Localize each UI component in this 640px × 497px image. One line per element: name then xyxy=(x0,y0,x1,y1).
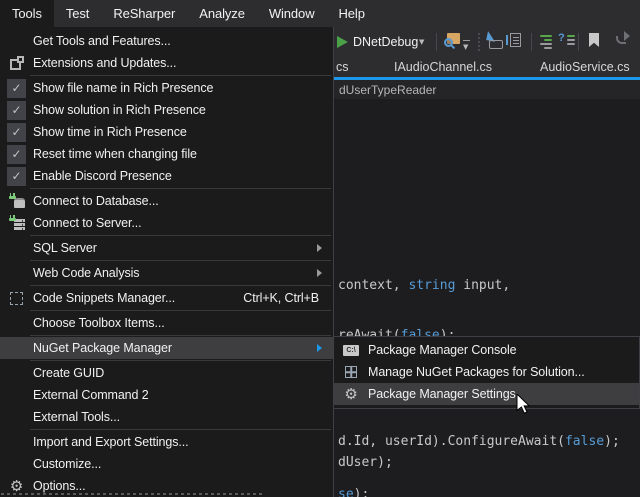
green-plug-icon xyxy=(9,193,16,200)
menu-bar: Tools Test ReSharper Analyze Window Help xyxy=(0,0,640,27)
menu-item-nuget-package-manager[interactable]: NuGet Package Manager xyxy=(0,337,333,359)
tab-partial[interactable]: cs xyxy=(336,60,349,74)
nuget-solution-icon xyxy=(345,366,357,378)
menu-item-sql-server[interactable]: SQL Server xyxy=(0,237,333,259)
tab-iaudiochannel[interactable]: IAudioChannel.cs xyxy=(394,60,492,74)
toolbar-separator xyxy=(578,33,579,51)
submenu-arrow-icon xyxy=(317,344,322,352)
menu-separator xyxy=(30,260,331,261)
code-line: context, string input, xyxy=(338,278,510,293)
partial-bookmark-prev-arrow-icon xyxy=(624,31,630,41)
menu-item-import-export-settings[interactable]: Import and Export Settings... xyxy=(0,431,333,453)
menu-separator xyxy=(30,360,331,361)
menubar-item-analyze[interactable]: Analyze xyxy=(187,0,257,27)
menu-item-external-command-2[interactable]: External Command 2 xyxy=(0,384,333,406)
menubar-item-help[interactable]: Help xyxy=(326,0,376,27)
menu-item-show-time-rich-presence[interactable]: ✓ Show time in Rich Presence xyxy=(0,121,333,143)
menu-item-show-solution-rich-presence[interactable]: ✓ Show solution in Rich Presence xyxy=(0,99,333,121)
start-debug-icon[interactable] xyxy=(337,36,348,48)
check-icon: ✓ xyxy=(12,82,22,94)
submenu-item-package-manager-console[interactable]: C:\ Package Manager Console xyxy=(334,339,639,361)
extensions-icon xyxy=(10,56,24,70)
check-icon: ✓ xyxy=(12,170,22,182)
toolbar-separator-dotted xyxy=(478,33,480,51)
menu-item-code-snippets-manager[interactable]: Code Snippets Manager... Ctrl+K, Ctrl+B xyxy=(0,287,333,309)
menu-separator xyxy=(30,429,331,430)
checked-box: ✓ xyxy=(7,101,26,120)
find-dropdown-bar xyxy=(463,40,470,41)
menu-separator xyxy=(30,188,331,189)
mouse-cursor xyxy=(516,394,531,415)
green-plug-icon xyxy=(9,215,16,222)
tools-menu: Get Tools and Features... Extensions and… xyxy=(0,27,334,497)
menu-item-customize[interactable]: Customize... xyxy=(0,453,333,475)
gear-icon: ⚙ xyxy=(344,387,357,402)
find-chevron-down-icon[interactable]: ▼ xyxy=(463,43,468,51)
breadcrumb-text[interactable]: dUserTypeReader xyxy=(339,83,436,97)
check-icon: ✓ xyxy=(12,148,22,160)
checked-box: ✓ xyxy=(7,145,26,164)
menu-item-connect-to-database[interactable]: Connect to Database... xyxy=(0,190,333,212)
tab-audioservice[interactable]: AudioService.cs xyxy=(540,60,630,74)
menu-item-external-tools[interactable]: External Tools... xyxy=(0,406,333,428)
menubar-item-test[interactable]: Test xyxy=(54,0,101,27)
toggle-lines-icon[interactable]: ? xyxy=(558,33,575,45)
menu-item-enable-discord-presence[interactable]: ✓ Enable Discord Presence xyxy=(0,165,333,187)
menu-separator xyxy=(30,235,331,236)
document-outline-bar-icon xyxy=(506,35,508,45)
toolbar-separator xyxy=(436,33,437,51)
checked-box: ✓ xyxy=(7,123,26,142)
gear-icon: ⚙ xyxy=(10,479,23,494)
run-target-label[interactable]: DNetDebug xyxy=(353,35,418,49)
document-outline-icon[interactable] xyxy=(510,33,521,47)
code-line: se); xyxy=(338,487,369,497)
console-icon: C:\ xyxy=(343,345,359,356)
menu-separator xyxy=(30,335,331,336)
menu-item-get-tools-and-features[interactable]: Get Tools and Features... xyxy=(0,30,333,52)
shortcut-label: Ctrl+K, Ctrl+B xyxy=(243,291,319,305)
toolbar-separator xyxy=(531,33,532,51)
submenu-arrow-icon xyxy=(317,269,322,277)
menubar-item-tools[interactable]: Tools xyxy=(0,0,54,27)
check-icon: ✓ xyxy=(12,126,22,138)
database-icon xyxy=(9,193,25,209)
menu-item-choose-toolbox-items[interactable]: Choose Toolbox Items... xyxy=(0,312,333,334)
nuget-submenu: C:\ Package Manager Console Manage NuGet… xyxy=(333,336,640,409)
menu-separator xyxy=(30,310,331,311)
menu-clip-edge xyxy=(1,493,263,495)
run-target-chevron-down-icon[interactable]: ▼ xyxy=(419,38,424,46)
menu-item-create-guid[interactable]: Create GUID xyxy=(0,362,333,384)
submenu-item-manage-nuget-packages-solution[interactable]: Manage NuGet Packages for Solution... xyxy=(334,361,639,383)
code-line: d.Id, userId).ConfigureAwait(false); xyxy=(338,434,620,449)
server-icon xyxy=(9,215,25,231)
menu-item-show-file-name-rich-presence[interactable]: ✓ Show file name in Rich Presence xyxy=(0,77,333,99)
checked-box: ✓ xyxy=(7,167,26,186)
checked-box: ✓ xyxy=(7,79,26,98)
submenu-arrow-icon xyxy=(317,244,322,252)
vs-ide-window: DNetDebug ▼ ▼ ? cs IAudioChannel.cs Audi… xyxy=(0,0,640,497)
menu-separator xyxy=(30,75,331,76)
menu-item-reset-time-changing-file[interactable]: ✓ Reset time when changing file xyxy=(0,143,333,165)
check-icon: ✓ xyxy=(12,104,22,116)
code-line: dUser); xyxy=(338,455,393,470)
menu-item-extensions-and-updates[interactable]: Extensions and Updates... xyxy=(0,52,333,74)
menu-item-web-code-analysis[interactable]: Web Code Analysis xyxy=(0,262,333,284)
snippets-icon xyxy=(10,292,23,305)
navigate-box-icon[interactable] xyxy=(489,40,503,49)
menu-item-connect-to-server[interactable]: Connect to Server... xyxy=(0,212,333,234)
format-lines-icon[interactable] xyxy=(540,35,552,49)
menubar-item-resharper[interactable]: ReSharper xyxy=(101,0,187,27)
menu-separator xyxy=(30,285,331,286)
menubar-item-window[interactable]: Window xyxy=(257,0,327,27)
submenu-item-package-manager-settings[interactable]: ⚙ Package Manager Settings xyxy=(334,383,639,405)
